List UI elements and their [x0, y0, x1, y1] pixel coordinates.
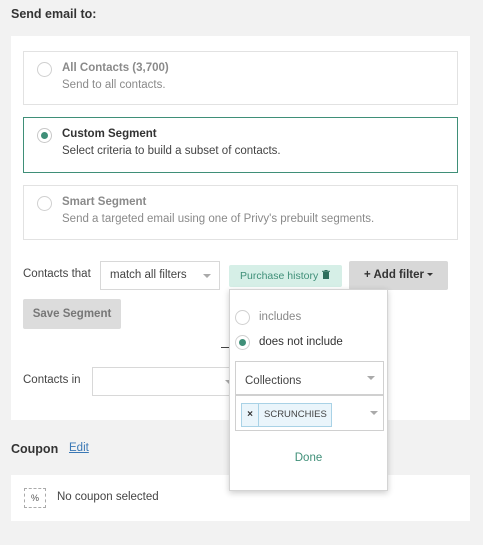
- add-filter-label: + Add filter: [364, 269, 424, 281]
- coupon-icon: %: [24, 488, 46, 508]
- remove-tag-icon[interactable]: ×: [242, 404, 259, 426]
- filter-popover: includes does not include Collections × S…: [229, 289, 388, 491]
- collection-type-select[interactable]: Collections: [235, 361, 384, 395]
- includes-option-label[interactable]: includes: [259, 311, 301, 323]
- collection-tags-select[interactable]: × SCRUNCHIES: [235, 395, 384, 431]
- contacts-in-select[interactable]: [92, 367, 233, 396]
- coupon-edit-link[interactable]: Edit: [69, 442, 89, 454]
- selected-tag: × SCRUNCHIES: [241, 403, 332, 427]
- does-not-include-option-label[interactable]: does not include: [259, 336, 343, 348]
- caret-down-icon: [203, 274, 211, 278]
- filter-chip-purchase-history[interactable]: Purchase history: [229, 265, 342, 287]
- filter-chip-label: Purchase history: [240, 270, 319, 282]
- done-button[interactable]: Done: [230, 452, 387, 464]
- send-email-title: Send email to:: [11, 7, 97, 21]
- coupon-status: No coupon selected: [57, 491, 159, 503]
- option-smart-segment[interactable]: Smart Segment Send a targeted email usin…: [23, 185, 458, 240]
- tag-label: SCRUNCHIES: [264, 409, 327, 420]
- option-title: Custom Segment: [62, 128, 157, 140]
- radio-button-icon[interactable]: [37, 128, 52, 143]
- option-description: Send a targeted email using one of Privy…: [62, 213, 375, 225]
- radio-button-icon[interactable]: [37, 196, 52, 211]
- match-filters-value: match all filters: [110, 269, 187, 281]
- radio-button-icon[interactable]: [235, 335, 250, 350]
- save-segment-button[interactable]: Save Segment: [23, 299, 121, 329]
- contacts-that-label: Contacts that: [23, 268, 91, 280]
- radio-button-icon[interactable]: [37, 62, 52, 77]
- match-filters-select[interactable]: match all filters: [100, 261, 220, 290]
- option-title: All Contacts (3,700): [62, 62, 169, 74]
- contacts-in-label: Contacts in: [23, 374, 81, 386]
- caret-down-icon: [367, 376, 375, 380]
- option-title: Smart Segment: [62, 196, 147, 208]
- coupon-title: Coupon: [11, 442, 59, 456]
- caret-down-icon: [370, 411, 378, 415]
- add-filter-button[interactable]: + Add filter: [349, 261, 448, 290]
- option-all-contacts[interactable]: All Contacts (3,700) Send to all contact…: [23, 51, 458, 105]
- option-description: Send to all contacts.: [62, 79, 166, 91]
- option-description: Select criteria to build a subset of con…: [62, 145, 281, 157]
- collection-type-value: Collections: [245, 375, 302, 387]
- trash-icon[interactable]: [322, 265, 331, 287]
- caret-down-icon: [426, 273, 433, 277]
- radio-button-icon[interactable]: [235, 310, 250, 325]
- option-custom-segment[interactable]: Custom Segment Select criteria to build …: [23, 117, 458, 173]
